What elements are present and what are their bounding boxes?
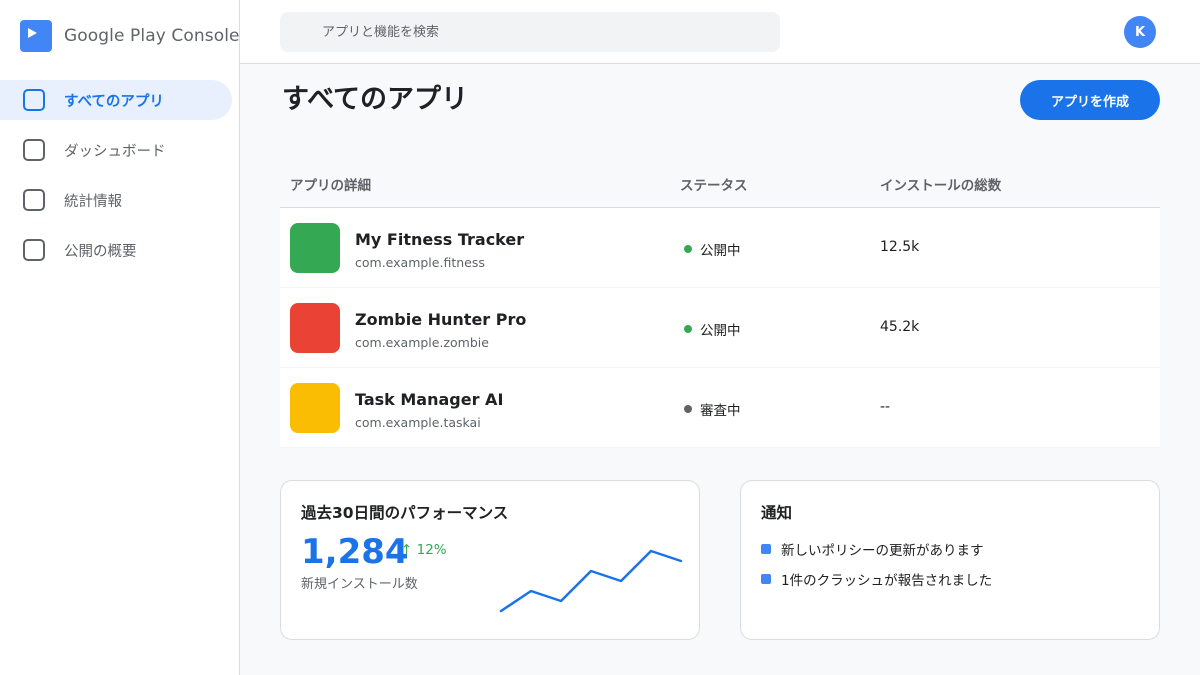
install-count: 12.5k: [880, 239, 920, 255]
sidebar-item-dashboard[interactable]: ダッシュボード: [0, 130, 232, 170]
play-console-logo-icon: [20, 20, 52, 52]
table-row[interactable]: Task Manager AI com.example.taskai 審査中 -…: [280, 368, 1160, 448]
sidebar-item-publishing-overview[interactable]: 公開の概要: [0, 230, 232, 270]
status-dot-icon: [684, 245, 692, 253]
sparkline-chart: [499, 549, 683, 613]
notifications-card-title: 通知: [761, 504, 793, 522]
status-dot-icon: [684, 325, 692, 333]
new-installs-value: 1,284: [301, 532, 409, 572]
app-package: com.example.fitness: [355, 255, 485, 270]
sidebar: Google Play Console すべてのアプリ ダッシュボード 統計情報…: [0, 0, 240, 675]
search-box[interactable]: [280, 12, 780, 52]
bullet-icon: [761, 544, 771, 554]
square-icon: [23, 189, 45, 211]
status-badge: 公開中: [684, 239, 741, 259]
app-name[interactable]: Task Manager AI: [355, 390, 503, 409]
sidebar-item-label: ダッシュボード: [64, 143, 166, 160]
notifications-card: 通知 新しいポリシーの更新があります 1件のクラッシュが報告されました: [740, 480, 1160, 640]
apps-table: アプリの詳細 ステータス インストールの総数 My Fitness Tracke…: [280, 160, 1160, 448]
app-name[interactable]: My Fitness Tracker: [355, 230, 524, 249]
notification-list: 新しいポリシーの更新があります 1件のクラッシュが報告されました: [761, 539, 992, 599]
sidebar-item-label: 統計情報: [64, 193, 122, 210]
sidebar-item-statistics[interactable]: 統計情報: [0, 180, 232, 220]
sidebar-item-label: 公開の概要: [64, 243, 137, 260]
install-count: --: [880, 399, 891, 415]
trend-delta: ↑ 12%: [401, 542, 447, 558]
app-package: com.example.taskai: [355, 415, 481, 430]
performance-card: 過去30日間のパフォーマンス 1,284 ↑ 12% 新規インストール数: [280, 480, 700, 640]
bullet-icon: [761, 574, 771, 584]
notification-item[interactable]: 1件のクラッシュが報告されました: [761, 569, 992, 589]
search-input[interactable]: [320, 23, 780, 41]
create-app-button[interactable]: アプリを作成: [1020, 80, 1160, 120]
status-dot-icon: [684, 405, 692, 413]
app-icon: [290, 223, 340, 273]
status-text: 公開中: [700, 323, 741, 339]
page-title: すべてのアプリ: [282, 84, 469, 115]
status-badge: 審査中: [684, 399, 741, 419]
square-icon: [23, 89, 45, 111]
sparkline-line: [499, 549, 683, 613]
notification-text: 新しいポリシーの更新があります: [781, 543, 984, 559]
status-text: 審査中: [700, 403, 741, 419]
status-badge: 公開中: [684, 319, 741, 339]
column-header-app-details[interactable]: アプリの詳細: [290, 174, 371, 194]
app-icon: [290, 303, 340, 353]
top-bar: K: [240, 0, 1200, 64]
install-count: 45.2k: [880, 319, 920, 335]
table-row[interactable]: My Fitness Tracker com.example.fitness 公…: [280, 208, 1160, 288]
table-header: アプリの詳細 ステータス インストールの総数: [280, 160, 1160, 208]
avatar[interactable]: K: [1124, 16, 1156, 48]
notification-text: 1件のクラッシュが報告されました: [781, 573, 993, 589]
sidebar-item-label: すべてのアプリ: [64, 93, 164, 110]
app-name[interactable]: Zombie Hunter Pro: [355, 310, 526, 329]
performance-card-title: 過去30日間のパフォーマンス: [301, 504, 509, 522]
new-installs-label: 新規インストール数: [301, 577, 418, 592]
sidebar-item-all-apps[interactable]: すべてのアプリ: [0, 80, 232, 120]
column-header-installs[interactable]: インストールの総数: [880, 174, 1001, 194]
table-row[interactable]: Zombie Hunter Pro com.example.zombie 公開中…: [280, 288, 1160, 368]
square-icon: [23, 139, 45, 161]
square-icon: [23, 239, 45, 261]
column-header-status[interactable]: ステータス: [680, 174, 748, 194]
status-text: 公開中: [700, 243, 741, 259]
brand-name: Google Play Console: [64, 26, 240, 46]
app-icon: [290, 383, 340, 433]
app-package: com.example.zombie: [355, 335, 489, 350]
brand[interactable]: Google Play Console: [20, 20, 240, 52]
sidebar-nav: すべてのアプリ ダッシュボード 統計情報 公開の概要: [0, 80, 232, 280]
notification-item[interactable]: 新しいポリシーの更新があります: [761, 539, 992, 559]
